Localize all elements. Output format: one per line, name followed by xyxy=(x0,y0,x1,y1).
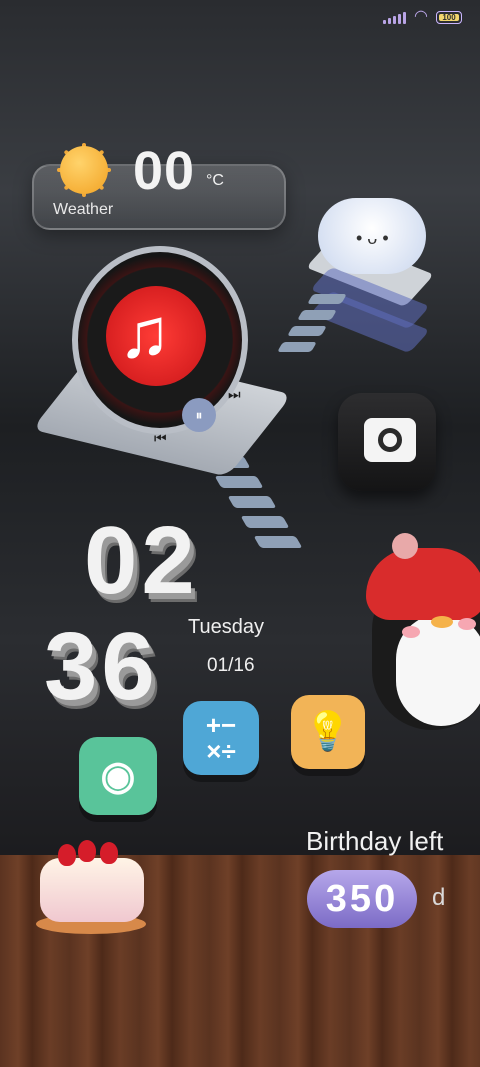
stair-step xyxy=(307,294,347,304)
calculator-icon: +− ×÷ xyxy=(205,710,237,766)
music-note-icon: ♫ xyxy=(118,294,171,372)
clock-hours: 02 xyxy=(84,507,199,614)
stair-step xyxy=(287,326,327,336)
battery-level: 100 xyxy=(442,12,456,22)
battery-icon: 100 xyxy=(436,10,462,24)
strawberry xyxy=(58,844,76,866)
stair-step xyxy=(227,496,277,508)
birthday-cake xyxy=(40,858,144,922)
temperature-unit: °C xyxy=(206,172,224,189)
penguin-hat-pompom xyxy=(392,533,418,559)
date-label: 01/16 xyxy=(207,655,255,676)
gallery-app-icon[interactable]: ◉ xyxy=(79,737,157,815)
stair-step xyxy=(277,342,317,352)
birthday-countdown-label: Birthday left xyxy=(306,826,444,856)
lightbulb-icon: 💡 xyxy=(304,711,352,753)
days-unit: d xyxy=(432,884,446,911)
sun-icon xyxy=(60,146,108,194)
penguin-cheek xyxy=(458,618,476,630)
status-bar: ◠ 100 xyxy=(383,8,462,25)
signal-icon xyxy=(383,10,407,24)
day-label: Tuesday xyxy=(188,616,264,638)
tips-app-icon[interactable]: 💡 xyxy=(291,695,365,769)
camera-lens xyxy=(378,428,402,452)
stair-step xyxy=(240,516,290,528)
stair-step xyxy=(297,310,337,320)
penguin-beak xyxy=(431,616,453,628)
weather-label: Weather xyxy=(53,201,114,218)
birthday-days-left[interactable]: 350 xyxy=(307,870,417,928)
penguin-hat xyxy=(366,548,480,620)
palette-icon: ◉ xyxy=(100,754,136,798)
stair-step xyxy=(214,476,264,488)
strawberry xyxy=(78,840,96,862)
play-pause-button[interactable]: ⏸ xyxy=(182,398,216,432)
previous-track-button[interactable]: ⏮ xyxy=(154,430,167,447)
clock-minutes: 36 xyxy=(44,613,159,720)
penguin-cheek xyxy=(402,626,420,638)
stair-step xyxy=(253,536,303,548)
next-track-button[interactable]: ⏭ xyxy=(228,386,241,403)
cloud-face: • ᴗ • xyxy=(356,228,389,248)
calculator-app-icon[interactable]: +− ×÷ xyxy=(183,701,259,775)
strawberry xyxy=(100,842,118,864)
wifi-icon: ◠ xyxy=(414,8,428,25)
weather-temperature: 00 xyxy=(133,141,196,201)
